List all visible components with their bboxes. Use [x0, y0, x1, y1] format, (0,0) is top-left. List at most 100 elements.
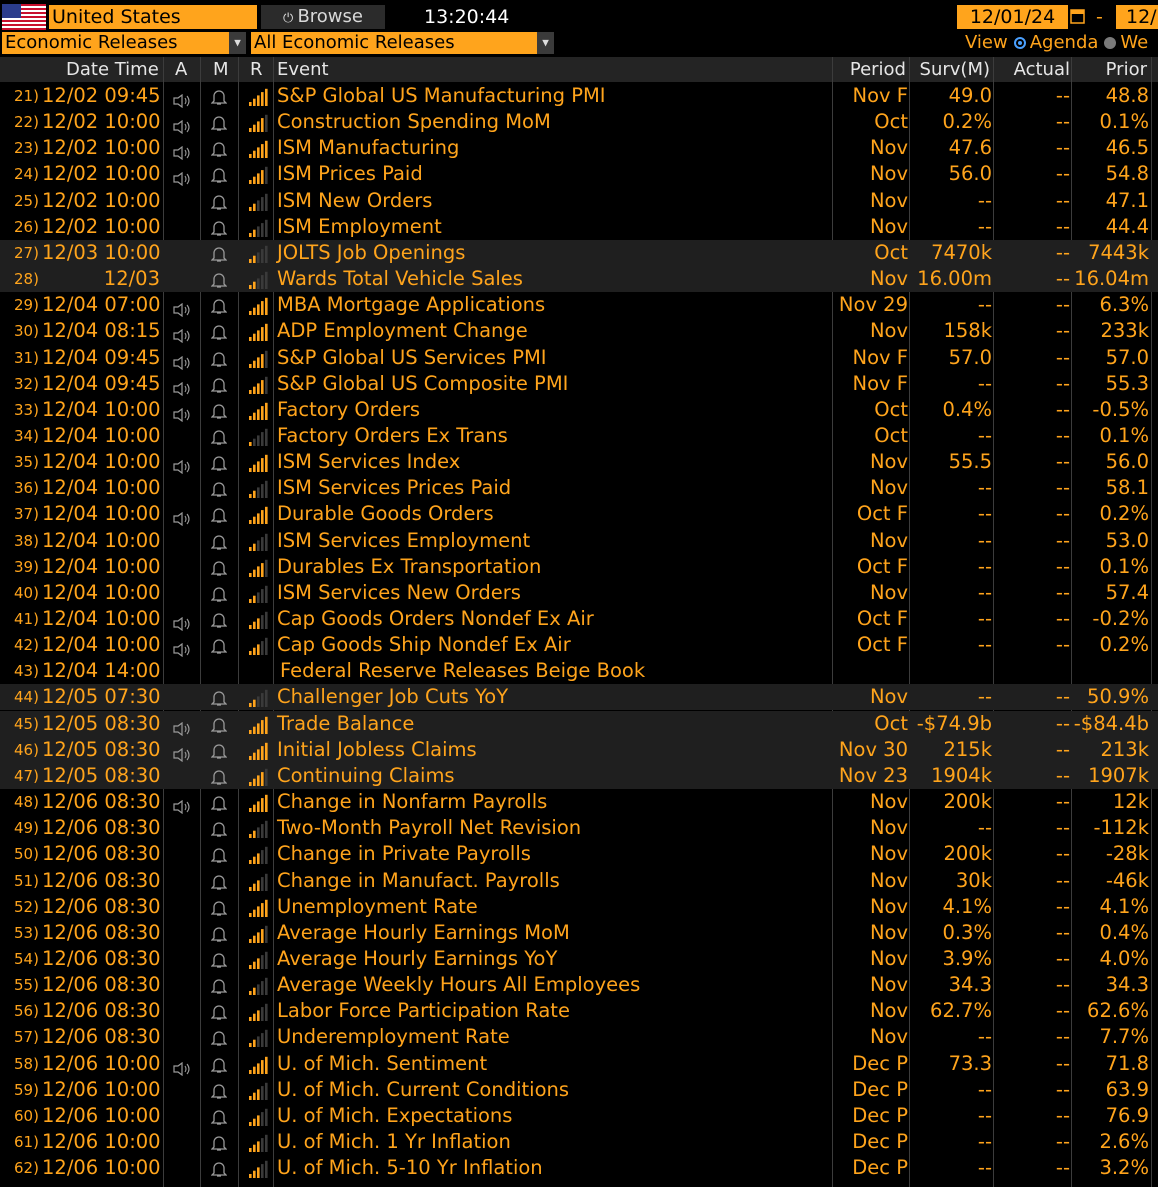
table-row[interactable]: 32) 12/04 09:45 S&P Global US Composite PM…: [0, 371, 1158, 397]
col-period[interactable]: Period: [850, 57, 906, 82]
bell-icon[interactable]: [210, 1002, 228, 1020]
row-number[interactable]: 49): [14, 815, 39, 841]
col-surv[interactable]: Surv(M): [920, 57, 990, 82]
row-event[interactable]: Challenger Job Cuts YoY: [277, 684, 508, 710]
bell-icon[interactable]: [210, 688, 228, 707]
row-number[interactable]: 44): [14, 684, 39, 710]
row-number[interactable]: 27): [14, 240, 39, 266]
row-event[interactable]: ISM Services Employment: [277, 528, 530, 554]
row-number[interactable]: 37): [14, 501, 39, 527]
bell-icon[interactable]: [210, 505, 228, 524]
table-row[interactable]: 61) 12/06 10:00 U. of Mich. 1 Yr Inflation…: [0, 1129, 1158, 1155]
row-number[interactable]: 45): [14, 711, 39, 737]
bell-icon[interactable]: [210, 113, 228, 131]
table-row[interactable]: 24) 12/02 10:00 ISM Prices Paid Nov 56.0 -- 54…: [0, 161, 1158, 187]
row-event[interactable]: Unemployment Rate: [277, 894, 478, 920]
table-row[interactable]: 38) 12/04 10:00 ISM Services Employment Nov…: [0, 528, 1158, 554]
country-field[interactable]: United States: [49, 5, 257, 29]
row-event[interactable]: ISM New Orders: [277, 188, 432, 214]
table-row[interactable]: 29) 12/04 07:00 MBA Mortgage Applications N…: [0, 292, 1158, 318]
row-event[interactable]: Two-Month Payroll Net Revision: [277, 815, 581, 841]
row-event[interactable]: U. of Mich. 1 Yr Inflation: [277, 1129, 511, 1155]
bell-icon[interactable]: [210, 1055, 228, 1073]
row-event[interactable]: ADP Employment Change: [277, 318, 528, 344]
row-number[interactable]: 50): [14, 841, 39, 867]
row-event[interactable]: S&P Global US Services PMI: [277, 345, 547, 371]
table-row[interactable]: 57) 12/06 08:30 Underemployment Rate Nov -- -…: [0, 1024, 1158, 1050]
row-event[interactable]: ISM Services Prices Paid: [277, 475, 511, 501]
bell-icon[interactable]: [210, 950, 228, 968]
col-event[interactable]: Event: [277, 57, 329, 82]
speaker-icon[interactable]: [173, 455, 191, 475]
row-number[interactable]: 35): [14, 449, 39, 475]
bell-icon[interactable]: [210, 165, 228, 184]
row-event[interactable]: S&P Global US Manufacturing PMI: [277, 83, 606, 109]
bell-icon[interactable]: [210, 296, 228, 314]
row-number[interactable]: 33): [14, 397, 39, 423]
row-number[interactable]: 52): [14, 894, 39, 920]
table-row[interactable]: 56) 12/06 08:30 Labor Force Participation …: [0, 998, 1158, 1024]
table-row[interactable]: 49) 12/06 08:30 Two-Month Payroll Net Revi…: [0, 815, 1158, 841]
col-datetime[interactable]: Date Time: [66, 57, 159, 82]
table-row[interactable]: 52) 12/06 08:30 Unemployment Rate Nov 4.1% --…: [0, 894, 1158, 920]
bell-icon[interactable]: [210, 453, 228, 471]
bell-icon[interactable]: [210, 218, 228, 236]
bell-icon[interactable]: [210, 819, 228, 837]
speaker-icon[interactable]: [173, 403, 191, 422]
row-event[interactable]: Average Weekly Hours All Employees: [277, 972, 640, 998]
table-row[interactable]: 43) 12/04 14:00 Federal Reserve Releases B…: [0, 658, 1158, 684]
speaker-icon[interactable]: [173, 638, 191, 658]
row-event[interactable]: Factory Orders Ex Trans: [277, 423, 508, 449]
bell-icon[interactable]: [210, 976, 228, 994]
row-number[interactable]: 29): [14, 292, 39, 318]
row-event[interactable]: ISM Services New Orders: [277, 580, 521, 606]
bell-icon[interactable]: [210, 244, 228, 262]
subcategory-select[interactable]: All Economic Releases ▼: [251, 32, 554, 54]
row-number[interactable]: 57): [14, 1024, 39, 1050]
bell-icon[interactable]: [210, 793, 228, 811]
speaker-icon[interactable]: [173, 1057, 191, 1076]
bell-icon[interactable]: [210, 427, 228, 445]
row-number[interactable]: 22): [14, 109, 39, 135]
row-number[interactable]: 24): [14, 161, 39, 187]
table-row[interactable]: 31) 12/04 09:45 S&P Global US Services PMI…: [0, 345, 1158, 371]
row-number[interactable]: 60): [14, 1103, 39, 1129]
row-number[interactable]: 40): [14, 580, 39, 606]
bell-icon[interactable]: [210, 1107, 228, 1125]
table-row[interactable]: 58) 12/06 10:00 U. of Mich. Sentiment Dec P…: [0, 1051, 1158, 1077]
row-number[interactable]: 55): [14, 972, 39, 998]
row-number[interactable]: 21): [14, 83, 39, 109]
bell-icon[interactable]: [210, 401, 228, 419]
row-event[interactable]: Cap Goods Orders Nondef Ex Air: [277, 606, 594, 632]
row-number[interactable]: 54): [14, 946, 39, 972]
bell-icon[interactable]: [210, 610, 228, 628]
row-number[interactable]: 39): [14, 554, 39, 580]
row-event[interactable]: Wards Total Vehicle Sales: [277, 266, 523, 292]
bell-icon[interactable]: [210, 924, 228, 942]
bell-icon[interactable]: [210, 715, 228, 733]
table-row[interactable]: 47) 12/05 08:30 Continuing Claims Nov 23 190…: [0, 762, 1158, 789]
row-number[interactable]: 51): [14, 868, 39, 894]
table-row[interactable]: 45) 12/05 08:30 Trade Balance Oct -$74.9b -- -…: [0, 710, 1158, 737]
bell-icon[interactable]: [210, 532, 228, 550]
row-event[interactable]: Change in Manufact. Payrolls: [277, 868, 560, 894]
speaker-icon[interactable]: [173, 141, 191, 161]
row-event[interactable]: Initial Jobless Claims: [277, 737, 477, 763]
col-prior[interactable]: Prior: [1106, 57, 1147, 82]
table-row[interactable]: 26) 12/02 10:00 ISM Employment Nov -- -- 44.4: [0, 214, 1158, 240]
row-number[interactable]: 38): [14, 528, 39, 554]
row-number[interactable]: 53): [14, 920, 39, 946]
bell-icon[interactable]: [210, 558, 228, 576]
bell-icon[interactable]: [210, 741, 228, 759]
col-a[interactable]: A: [175, 57, 187, 82]
table-row[interactable]: 59) 12/06 10:00 U. of Mich. Current Condit…: [0, 1077, 1158, 1103]
table-row[interactable]: 25) 12/02 10:00 ISM New Orders Nov -- -- 47.1: [0, 188, 1158, 214]
row-number[interactable]: 48): [14, 789, 39, 815]
row-event[interactable]: Factory Orders: [277, 397, 420, 423]
row-event[interactable]: U. of Mich. Current Conditions: [277, 1077, 569, 1103]
speaker-icon[interactable]: [173, 115, 191, 135]
calendar-icon[interactable]: [1070, 7, 1085, 25]
row-event[interactable]: Federal Reserve Releases Beige Book: [280, 658, 645, 684]
speaker-icon[interactable]: [173, 795, 191, 815]
speaker-icon[interactable]: [173, 612, 191, 632]
